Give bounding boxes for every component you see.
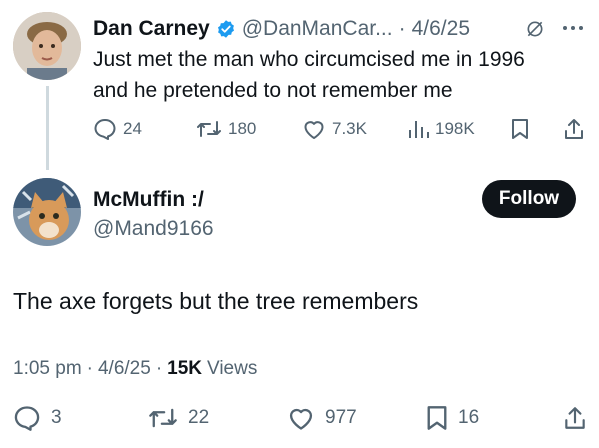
parent-header: Dan Carney @DanManCar... · 4/6/25 <box>93 14 470 44</box>
parent-views-button[interactable]: 198K <box>407 118 475 140</box>
reply-avatar[interactable] <box>13 178 81 246</box>
parent-date[interactable]: 4/6/25 <box>412 17 470 41</box>
thread-line <box>46 86 49 170</box>
views-icon <box>407 118 429 140</box>
reply-like-button[interactable]: 977 <box>287 405 357 431</box>
parent-text-line-1: Just met the man who circumcised me in 1… <box>93 48 525 71</box>
reply-date[interactable]: 4/6/25 <box>98 355 151 383</box>
reply-repost-button[interactable]: 22 <box>148 405 209 431</box>
reply-views-count: 15K <box>167 358 202 379</box>
reply-reply-button[interactable]: 3 <box>13 405 62 431</box>
meta-dot-2: · <box>155 358 163 379</box>
parent-display-name[interactable]: Dan Carney <box>93 17 210 41</box>
follow-button[interactable]: Follow <box>482 180 576 218</box>
share-icon[interactable] <box>563 117 585 141</box>
parent-like-count: 7.3K <box>332 119 367 138</box>
reply-handle[interactable]: @Mand9166 <box>93 214 214 244</box>
parent-reply-count: 24 <box>123 119 142 138</box>
reply-icon <box>13 405 41 431</box>
more-icon[interactable] <box>561 24 585 32</box>
verified-icon <box>216 19 236 39</box>
parent-avatar[interactable] <box>13 12 81 80</box>
parent-repost-button[interactable]: 180 <box>196 118 256 140</box>
parent-views-count: 198K <box>435 119 475 138</box>
like-icon <box>287 405 315 431</box>
reply-bookmark-count: 16 <box>458 407 480 428</box>
reply-like-count: 977 <box>325 407 357 428</box>
reply-icon <box>93 118 117 140</box>
bookmark-icon[interactable] <box>511 118 529 140</box>
reply-bookmark-button[interactable]: 16 <box>426 405 479 431</box>
parent-repost-count: 180 <box>228 119 257 138</box>
reply-display-name[interactable]: McMuffin :/ <box>93 186 214 214</box>
parent-handle[interactable]: @DanManCar... <box>242 17 393 41</box>
parent-reply-button[interactable]: 24 <box>93 118 142 140</box>
reply-time[interactable]: 1:05 pm <box>13 355 82 383</box>
parent-like-button[interactable]: 7.3K <box>302 118 367 140</box>
share-icon[interactable] <box>563 405 587 431</box>
repost-icon <box>148 405 178 431</box>
meta-dot-1: · <box>86 358 93 379</box>
bookmark-icon <box>426 405 448 431</box>
grok-icon[interactable] <box>525 19 545 39</box>
reply-reply-count: 3 <box>51 407 62 428</box>
like-icon <box>302 118 326 140</box>
header-separator: · <box>398 17 406 40</box>
parent-text-line-2: and he pretended to not remember me <box>93 79 453 102</box>
reply-views-label: Views <box>207 358 258 379</box>
reply-user-info: McMuffin :/ @Mand9166 <box>93 186 214 244</box>
reply-repost-count: 22 <box>188 407 210 428</box>
repost-icon <box>196 118 222 140</box>
reply-meta: 1:05 pm · 4/6/25 · 15K Views <box>13 355 257 383</box>
parent-text: Just met the man who circumcised me in 1… <box>93 44 525 106</box>
reply-text: The axe forgets but the tree remembers <box>13 288 419 314</box>
